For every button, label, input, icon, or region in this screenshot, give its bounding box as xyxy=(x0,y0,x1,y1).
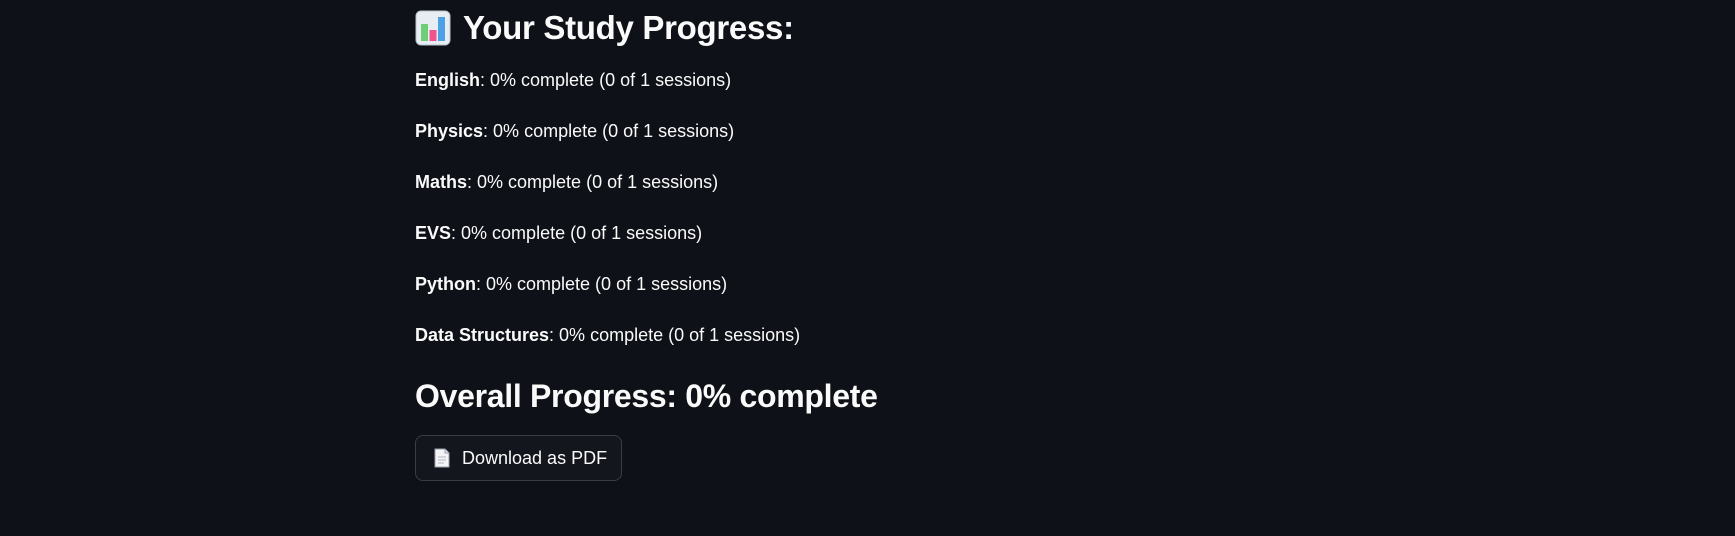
subject-name: Python xyxy=(415,274,476,294)
subject-status: : 0% complete (0 of 1 sessions) xyxy=(467,172,719,192)
bar-chart-icon xyxy=(415,10,451,46)
download-pdf-button[interactable]: Download as PDF xyxy=(415,435,623,481)
subject-status: : 0% complete (0 of 1 sessions) xyxy=(549,325,801,345)
subject-name: EVS xyxy=(415,223,452,243)
subject-name: Physics xyxy=(415,121,484,141)
subject-progress-maths: Maths: 0% complete (0 of 1 sessions) xyxy=(415,170,1315,194)
subject-progress-list: English: 0% complete (0 of 1 sessions) P… xyxy=(415,68,1315,347)
subject-progress-physics: Physics: 0% complete (0 of 1 sessions) xyxy=(415,119,1315,143)
download-button-label: Download as PDF xyxy=(462,447,608,468)
subject-status: : 0% complete (0 of 1 sessions) xyxy=(480,70,732,90)
page-title-text: Your Study Progress: xyxy=(463,9,794,46)
subject-name: Data Structures xyxy=(415,325,550,345)
document-icon xyxy=(434,448,450,468)
main-content: Your Study Progress: English: 0% complet… xyxy=(415,0,1315,481)
subject-name: Maths xyxy=(415,172,468,192)
subject-progress-data-structures: Data Structures: 0% complete (0 of 1 ses… xyxy=(415,323,1315,347)
page-title: Your Study Progress: xyxy=(415,0,1315,56)
subject-status: : 0% complete (0 of 1 sessions) xyxy=(476,274,728,294)
subject-name: English xyxy=(415,70,481,90)
overall-progress-heading: Overall Progress: 0% complete xyxy=(415,378,878,414)
subject-status: : 0% complete (0 of 1 sessions) xyxy=(451,223,703,243)
subject-progress-english: English: 0% complete (0 of 1 sessions) xyxy=(415,68,1315,92)
subject-progress-python: Python: 0% complete (0 of 1 sessions) xyxy=(415,272,1315,296)
subject-progress-evs: EVS: 0% complete (0 of 1 sessions) xyxy=(415,221,1315,245)
subject-status: : 0% complete (0 of 1 sessions) xyxy=(483,121,735,141)
